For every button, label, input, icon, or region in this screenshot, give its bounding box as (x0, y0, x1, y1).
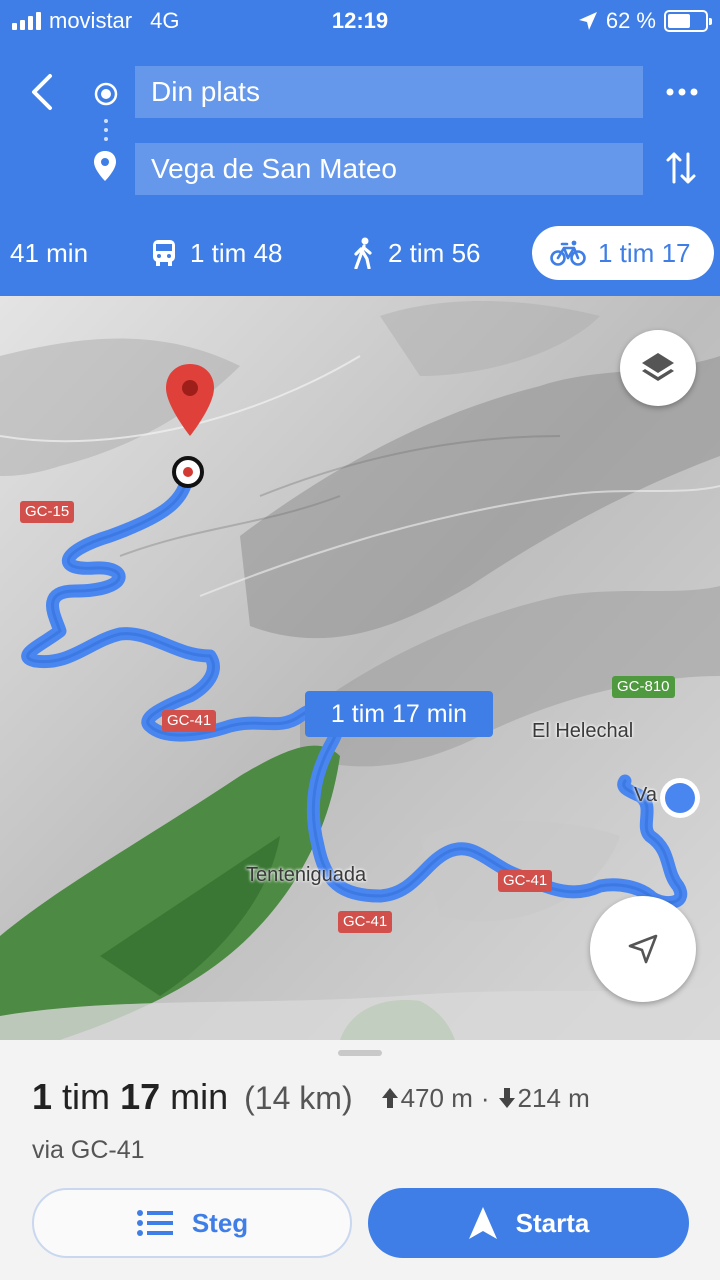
route-summary: 1 tim 17 min (14 km) 470 m · 214 m (32, 1076, 590, 1118)
elevation-info: 470 m · 214 m (381, 1083, 590, 1114)
place-label: Tenteniguada (246, 864, 367, 886)
layers-icon (642, 353, 674, 381)
origin-icon (94, 82, 118, 106)
battery-percent: 62 % (605, 8, 656, 33)
steps-button-label: Steg (191, 1207, 249, 1238)
route-dots-icon (104, 119, 108, 141)
start-button-label: Starta (515, 1207, 590, 1238)
bike-icon (550, 240, 586, 266)
list-icon (136, 1210, 173, 1236)
tab-walk-label: 2 tim 56 (388, 237, 481, 268)
elevation-separator: · (480, 1082, 490, 1113)
start-button[interactable]: Starta (368, 1188, 689, 1258)
tab-transit[interactable]: 1 tim 48 (150, 226, 283, 280)
map-view[interactable]: GC-15 GC-41 GC-41 GC-41 GC-810 El Helech… (0, 296, 720, 1040)
destination-field[interactable]: Vega de San Mateo (135, 143, 643, 195)
place-label: El Helechal (532, 720, 634, 742)
steps-button[interactable]: Steg (32, 1188, 352, 1258)
tab-bike-label: 1 tim 17 (598, 237, 691, 268)
swap-icon[interactable] (664, 148, 698, 188)
layers-button[interactable] (620, 330, 696, 406)
transit-icon (153, 240, 175, 266)
road-label: GC-41 (162, 710, 217, 732)
walk-icon (354, 237, 372, 269)
sheet-handle[interactable] (338, 1050, 382, 1056)
route-summary-sheet: 1 tim 17 min (14 km) 470 m · 214 m via G… (0, 1040, 720, 1280)
arrow-up-icon (381, 1088, 398, 1108)
tab-transit-label: 1 tim 48 (190, 237, 283, 268)
directions-header: Din plats Vega de San Mateo 41 min 1 tim… (0, 40, 720, 296)
status-bar: movistar 4G 12:19 62 % (0, 0, 720, 40)
arrow-down-icon (498, 1088, 515, 1108)
road-label: GC-41 (498, 870, 553, 892)
locate-icon (628, 934, 658, 964)
route-duration-bubble[interactable]: 1 tim 17 min (305, 691, 493, 737)
navigation-arrow-icon (468, 1207, 497, 1239)
ascent: 470 m (400, 1082, 473, 1113)
battery-icon (664, 10, 712, 32)
route-duration: 1 tim 17 min (32, 1076, 229, 1117)
locate-button[interactable] (590, 896, 696, 1002)
more-icon[interactable] (662, 78, 702, 106)
origin-field[interactable]: Din plats (135, 66, 643, 118)
tab-walk[interactable]: 2 tim 56 (352, 226, 481, 280)
tab-car-label: 41 min (10, 237, 89, 268)
tab-car[interactable]: 41 min (10, 226, 88, 280)
destination-pin-icon (94, 151, 116, 181)
route-via: via GC-41 (32, 1136, 145, 1164)
route-distance: (14 km) (244, 1080, 353, 1116)
place-label: Va (634, 784, 657, 806)
road-label: GC-15 (20, 501, 75, 523)
road-label: GC-41 (338, 911, 393, 933)
tab-bike[interactable]: 1 tim 17 (532, 226, 714, 280)
road-label: GC-810 (612, 676, 675, 698)
back-icon[interactable] (20, 70, 64, 114)
location-arrow-icon (578, 12, 597, 30)
travel-mode-tabs: 41 min 1 tim 48 2 tim 56 1 tim 17 (0, 226, 720, 282)
descent: 214 m (517, 1082, 590, 1113)
